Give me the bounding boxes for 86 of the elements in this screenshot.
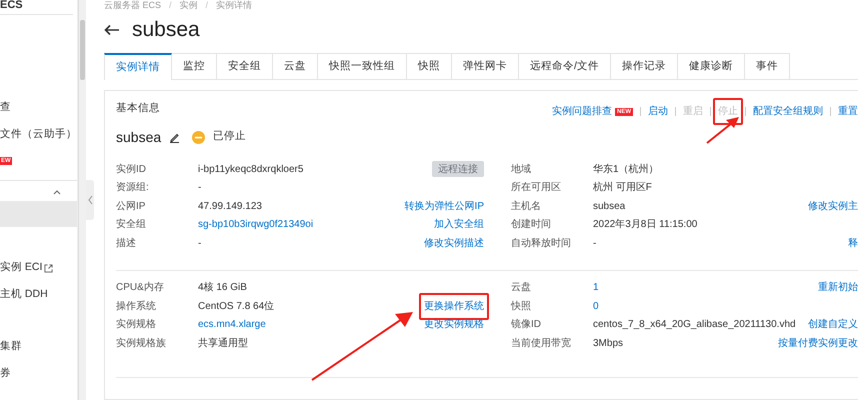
action-link[interactable]: 更改实例规格 [424,319,484,330]
field-value: - [198,181,202,196]
annotation-arrow [706,116,740,144]
sidebar-item[interactable]: 集群 [0,334,77,360]
field-value[interactable]: sg-bp10b3irqwg0f21349oi [198,217,386,232]
status-text: 已停止 [213,129,246,144]
tab[interactable]: 监控 [172,53,217,79]
sidebar-item[interactable]: 主机 DDH [0,282,77,308]
tab[interactable]: 快照 [407,53,452,79]
field-value[interactable]: 0 [593,298,858,314]
field-label: 描述 [116,236,137,251]
field-label: 当前使用带宽 [511,336,572,351]
field-value: 华东1（杭州） [593,162,660,177]
tab[interactable]: 事件 [744,53,790,79]
breadcrumb-separator: / [204,0,210,10]
instance-name: subsea [116,128,162,146]
field-label: 操作系统 [116,300,157,314]
tab[interactable]: 快照一致性组 [318,53,407,79]
chevron-icon[interactable] [53,188,61,194]
action-link[interactable]: 启动 [648,104,668,119]
field-value: subsea [593,200,626,214]
action-link[interactable]: 创建自定义 [808,317,858,332]
field-label: 公网IP [116,200,146,214]
field-value: - [593,236,598,251]
collapse-handle[interactable] [86,180,94,220]
action-link[interactable]: 重新初始 [818,280,858,296]
sidebar-item[interactable]: 券 [0,360,77,387]
tab[interactable]: 云盘 [273,53,318,79]
action-link[interactable]: 修改实例描述 [424,238,484,249]
field-value: 2022年3月8日 11:15:00 [593,218,698,232]
field-value: 3Mbps [593,336,624,351]
field-value: centos_7_8_x64_20G_alibase_20211130.vhd [593,318,797,332]
action-link[interactable]: 转换为弹性公网IP [404,200,484,212]
field-label: 快照 [511,300,532,314]
tab[interactable]: 弹性网卡 [452,53,519,79]
field-value: 4核 16 GiB [198,280,248,296]
field-label: 资源组: [116,181,150,196]
action-link[interactable]: 加入安全组 [434,219,484,230]
field-value: i-bp11ykeqc8dxrqkloer5 [198,162,304,177]
sidebar-item[interactable]: 实例 ECI [0,255,77,282]
breadcrumb-item[interactable]: 实例 [180,0,198,10]
action-link[interactable]: 按量付费实例更改 [778,336,858,351]
tab[interactable]: 健康诊断 [678,53,745,79]
field-label: 实例规格族 [116,336,167,351]
field-value: - [198,236,202,251]
field-label: 主机名 [511,200,542,214]
field-label: CPU&内存 [116,280,165,296]
sidebar-title: ECS [0,0,24,13]
action-link[interactable]: 重置 [838,104,858,119]
breadcrumb-item[interactable]: 云服务器 ECS [104,0,162,10]
action-link[interactable]: 释 [848,236,858,251]
sidebar-item[interactable]: 查 [0,95,77,122]
field-value: CentOS 7.8 64位 [198,300,276,314]
tab[interactable]: 实例详情 [104,53,172,80]
edit-pencil-icon[interactable] [169,132,180,142]
field-label: 安全组 [116,218,147,232]
external-link-icon [44,264,54,273]
field-label: 创建时间 [511,218,552,232]
scrollbar-thumb[interactable] [80,20,85,80]
field-value[interactable]: 1 [593,280,818,296]
action-link[interactable]: 更换操作系统 [424,300,484,312]
chevron-left-icon [88,195,92,205]
page-title: subsea [132,17,200,44]
field-value: 共享通用型 [198,336,249,351]
field-label: 云盘 [511,281,532,296]
tab[interactable]: 操作记录 [610,53,678,79]
action-link[interactable]: 实例问题排查 [552,104,612,119]
stopped-status-icon [192,130,206,144]
breadcrumb-item[interactable]: 实例详情 [216,0,252,10]
action-link[interactable]: 修改实例主 [808,198,858,214]
section-heading: 基本信息 [116,101,160,116]
field-label: 实例ID [116,162,147,177]
field-label: 镜像ID [511,318,542,332]
field-label: 自动释放时间 [511,236,572,251]
field-label: 实例规格 [116,318,157,332]
field-label: 所在可用区 [511,180,562,196]
tab[interactable]: 远程命令/文件 [519,53,611,79]
back-arrow-icon[interactable] [104,24,120,36]
field-label: 地域 [511,162,532,177]
field-value: 47.99.149.123 [198,200,263,214]
breadcrumb-separator: / [168,0,173,10]
field-value[interactable]: ecs.mn4.xlarge [198,317,386,332]
sidebar-item[interactable]: 文件（云助手） [0,122,77,148]
tab[interactable]: 安全组 [217,53,273,79]
action-link[interactable]: 配置安全组规则 [753,104,823,119]
field-value: 杭州 可用区F [593,180,653,196]
